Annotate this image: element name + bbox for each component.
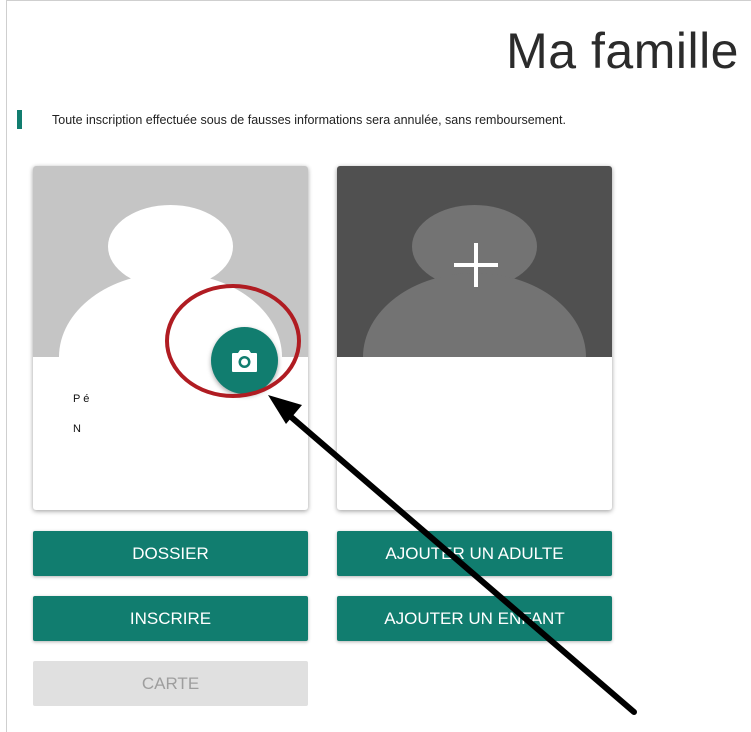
notice-accent-bar bbox=[17, 110, 22, 129]
add-child-button[interactable]: AJOUTER UN ENFANT bbox=[337, 596, 612, 641]
page-title: Ma famille bbox=[506, 23, 739, 79]
notice-text: Toute inscription effectuée sous de faus… bbox=[52, 113, 566, 127]
dossier-button[interactable]: DOSSIER bbox=[33, 531, 308, 576]
annotation-circle bbox=[165, 284, 301, 398]
window-top-border bbox=[6, 0, 751, 1]
add-adult-button[interactable]: AJOUTER UN ADULTE bbox=[337, 531, 612, 576]
window-left-border bbox=[6, 0, 7, 732]
inscrire-button[interactable]: INSCRIRE bbox=[33, 596, 308, 641]
member-last-name: N bbox=[73, 423, 81, 435]
member-first-name: P é bbox=[73, 393, 90, 405]
add-member-avatar[interactable] bbox=[337, 166, 612, 357]
carte-button[interactable]: CARTE bbox=[33, 661, 308, 706]
plus-icon[interactable] bbox=[454, 243, 498, 287]
add-member-card[interactable] bbox=[337, 166, 612, 510]
